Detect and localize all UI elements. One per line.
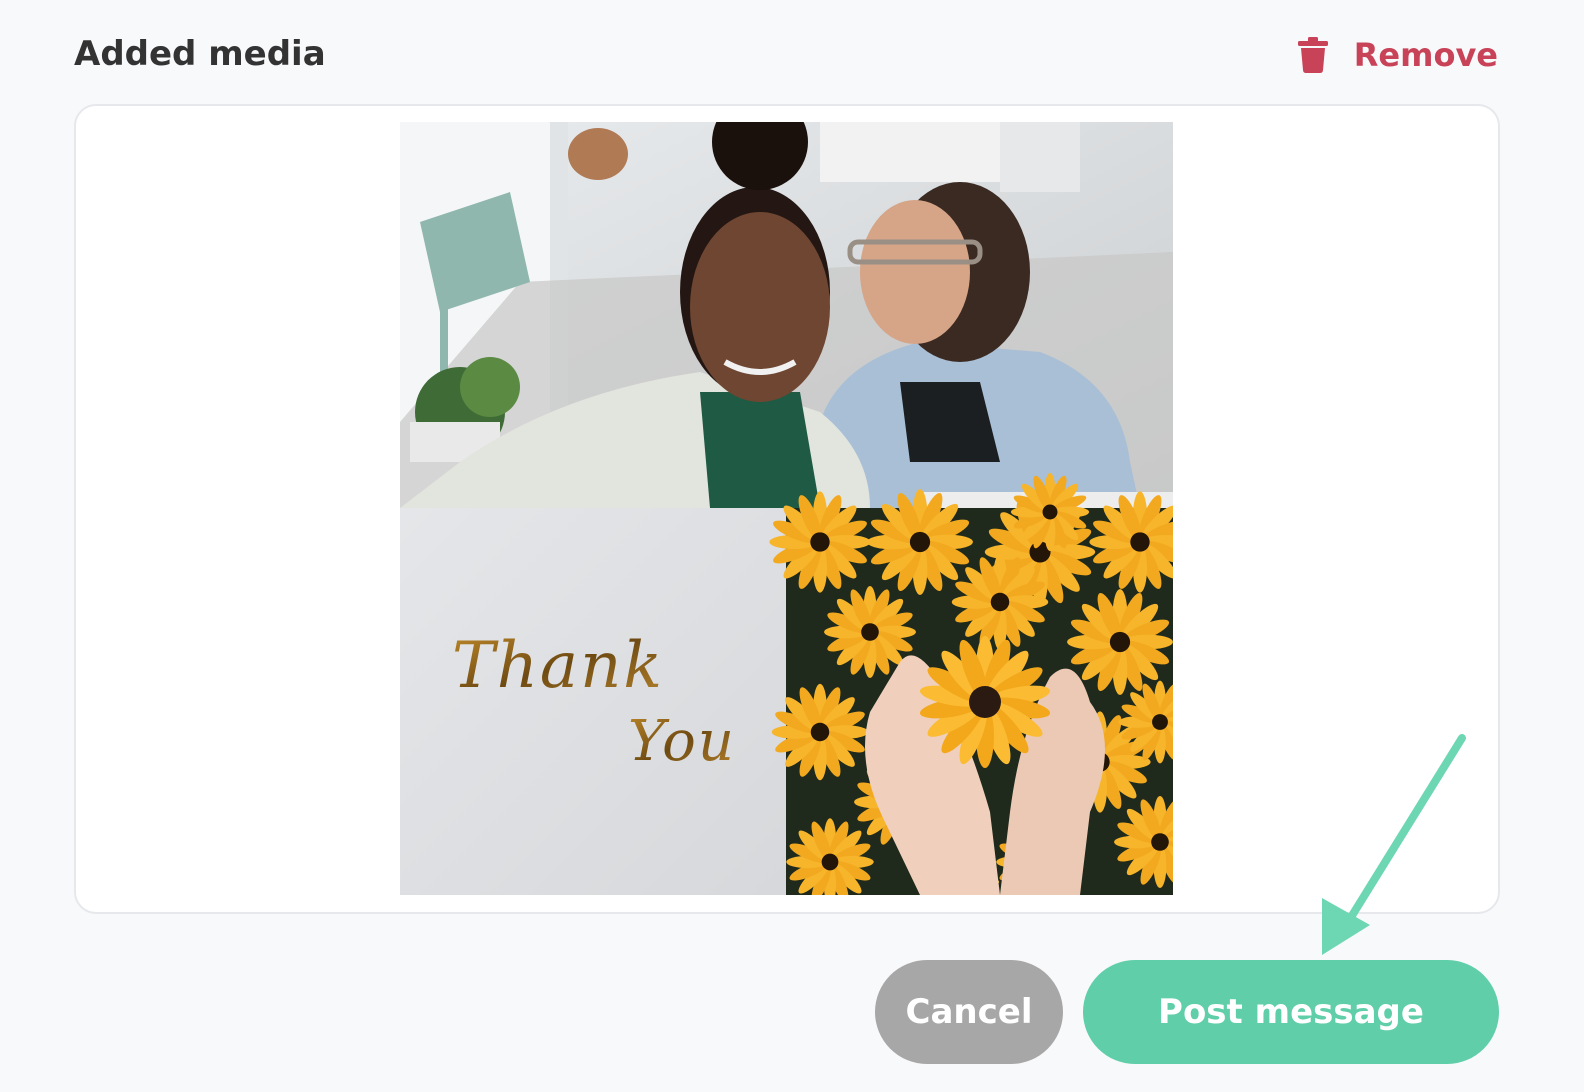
card-text-thank: Thank [452,629,664,703]
remove-label: Remove [1353,36,1498,74]
thank-you-card-photo: Thank You [400,508,786,895]
selfie-photo [400,122,1173,508]
added-media-panel: Added media Remove Thank You Cancel Post… [0,0,1584,1092]
card-text-you: You [628,709,736,774]
remove-media-button[interactable]: Remove [1297,36,1498,74]
flower-hands-photo [769,472,1173,895]
trash-icon [1297,37,1328,73]
post-message-button[interactable]: Post message [1083,960,1499,1064]
media-collage-image: Thank You [400,122,1173,895]
section-title: Added media [74,34,326,74]
cancel-button[interactable]: Cancel [875,960,1063,1064]
